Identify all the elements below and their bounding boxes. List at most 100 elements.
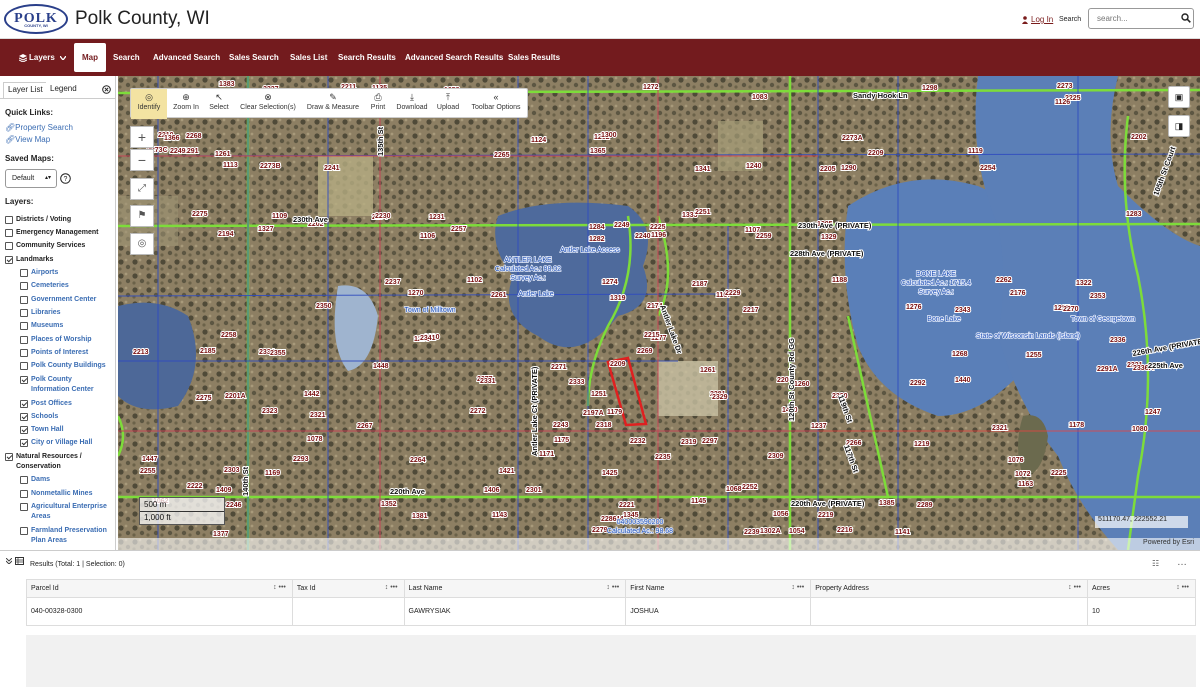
layer-checkbox[interactable] <box>20 349 28 357</box>
nav-sales-results[interactable]: Sales Results <box>508 39 560 76</box>
layer-item[interactable]: Polk County Information Center <box>20 375 94 395</box>
layer-item[interactable]: Cemeteries <box>20 281 69 291</box>
zoom-out-button[interactable]: − <box>130 149 154 171</box>
layer-checkbox[interactable] <box>20 439 28 447</box>
esri-attribution[interactable]: Powered by Esri <box>1143 539 1194 546</box>
layer-item[interactable]: Places of Worship <box>20 335 92 345</box>
layer-item[interactable]: Airports <box>20 268 58 278</box>
layers-panel-button[interactable]: ◨ <box>1168 115 1190 137</box>
layer-checkbox[interactable] <box>20 269 28 277</box>
layer-checkbox[interactable] <box>5 229 13 237</box>
layer-item[interactable]: Post Offices <box>20 399 72 409</box>
nav-search[interactable]: Search <box>113 39 140 76</box>
column-menu-icon[interactable]: ↕ ••• <box>606 584 619 591</box>
table-row[interactable]: 040-00328-0300 GAWRYSIAK JOSHUA 10 <box>26 597 1197 626</box>
search-input[interactable] <box>1088 8 1194 29</box>
layer-checkbox[interactable] <box>5 242 13 250</box>
layer-checkbox[interactable] <box>20 296 28 304</box>
tool-download[interactable]: ⤓ Download <box>393 89 431 119</box>
tool-toolbar-options[interactable]: « Toolbar Options <box>465 89 527 119</box>
tool-clear-selection-s[interactable]: ⊗ Clear Selection(s) <box>235 89 301 119</box>
layer-item[interactable]: Community Services <box>5 241 85 251</box>
login-link[interactable]: Log In <box>1031 15 1053 24</box>
close-sidebar-icon[interactable] <box>102 85 111 94</box>
full-extent-button[interactable]: ⤢ <box>130 178 154 200</box>
basemap-toggle-button[interactable]: ▣ <box>1168 86 1190 108</box>
column-menu-icon[interactable]: ↕ ••• <box>1068 584 1081 591</box>
search-icon[interactable] <box>1181 13 1191 23</box>
map-canvas[interactable]: 1272129412621261124012311205119611881167… <box>118 76 1200 550</box>
table-icon[interactable] <box>15 557 24 565</box>
layer-checkbox[interactable] <box>5 256 13 264</box>
layer-checkbox[interactable] <box>20 376 28 384</box>
tool-identify[interactable]: ◎ Identify <box>131 89 167 119</box>
layer-item[interactable]: Schools <box>20 412 58 422</box>
column-header[interactable]: Tax Id ↕ ••• <box>291 579 405 598</box>
tool-print[interactable]: ⎙ Print <box>365 89 391 119</box>
nav-layers[interactable]: Layers <box>29 39 55 76</box>
layer-item[interactable]: Districts / Voting <box>5 215 71 225</box>
layer-checkbox[interactable] <box>20 336 28 344</box>
quick-link-property-search[interactable]: 🔗︎Property Search <box>5 123 73 132</box>
layer-item[interactable]: Landmarks <box>5 255 53 265</box>
layer-checkbox[interactable] <box>20 503 28 511</box>
column-menu-icon[interactable]: ↕ ••• <box>273 584 286 591</box>
layer-item[interactable]: Agricultural Enterprise Areas <box>20 502 107 522</box>
layer-checkbox[interactable] <box>20 413 28 421</box>
chevron-down-icon[interactable] <box>60 56 66 60</box>
layer-item[interactable]: Emergency Management <box>5 228 98 238</box>
layer-item[interactable]: Libraries <box>20 308 61 318</box>
layer-checkbox[interactable] <box>5 453 13 461</box>
layer-item[interactable]: Nonmetallic Mines <box>20 489 92 499</box>
tool-zoom-in[interactable]: ⊕ Zoom In <box>169 89 203 119</box>
column-header[interactable]: Property Address ↕ ••• <box>810 579 1088 598</box>
help-icon[interactable]: ? <box>60 173 71 184</box>
locate-button[interactable]: ◎ <box>130 233 154 255</box>
more-options-icon[interactable]: … <box>1177 557 1187 568</box>
column-header[interactable]: First Name ↕ ••• <box>625 579 812 598</box>
tab-layer-list[interactable]: Layer List <box>3 82 48 98</box>
tool-draw-measure[interactable]: ✎ Draw & Measure <box>303 89 363 119</box>
column-header[interactable]: Parcel Id ↕ ••• <box>26 579 293 598</box>
layer-item[interactable]: Museums <box>20 321 63 331</box>
layer-checkbox[interactable] <box>20 490 28 498</box>
layer-item[interactable]: Town Hall <box>20 425 64 435</box>
layer-checkbox[interactable] <box>20 426 28 434</box>
column-menu-icon[interactable]: ↕ ••• <box>385 584 398 591</box>
layer-checkbox[interactable] <box>20 400 28 408</box>
zoom-in-button[interactable]: + <box>130 126 154 148</box>
layer-item[interactable]: Natural Resources / Conservation <box>5 452 82 472</box>
collapse-chevron-icon[interactable] <box>6 558 12 564</box>
county-logo[interactable]: POLK COUNTY, WI <box>4 4 68 34</box>
nav-advanced-search[interactable]: Advanced Search <box>153 39 220 76</box>
layer-checkbox[interactable] <box>20 282 28 290</box>
saved-maps-select[interactable]: Default ▴▾ <box>5 169 57 188</box>
layer-item[interactable]: Polk County Buildings <box>20 361 106 371</box>
nav-sales-list[interactable]: Sales List <box>290 39 327 76</box>
nav-map[interactable]: Map <box>74 43 106 72</box>
tool-upload[interactable]: ⤒ Upload <box>433 89 463 119</box>
layer-checkbox[interactable] <box>20 309 28 317</box>
layer-item[interactable]: Government Center <box>20 295 96 305</box>
column-menu-icon[interactable]: ↕ ••• <box>791 584 804 591</box>
column-header[interactable]: Acres ↕ ••• <box>1086 579 1197 598</box>
layer-item[interactable]: Farmland Preservation Plan Areas <box>20 526 107 546</box>
column-header[interactable]: Last Name ↕ ••• <box>403 579 627 598</box>
nav-search-results[interactable]: Search Results <box>338 39 396 76</box>
nav-advanced-search-results[interactable]: Advanced Search Results <box>405 39 503 76</box>
bookmark-button[interactable]: ⚑ <box>130 205 154 227</box>
tab-legend[interactable]: Legend <box>46 82 81 98</box>
layer-checkbox[interactable] <box>5 216 13 224</box>
layer-checkbox[interactable] <box>20 362 28 370</box>
layer-checkbox[interactable] <box>20 527 28 535</box>
layer-checkbox[interactable] <box>20 476 28 484</box>
layer-item[interactable]: City or Village Hall <box>20 438 92 448</box>
column-menu-icon[interactable]: ↕ ••• <box>1176 584 1189 591</box>
quick-link-view-map[interactable]: 🔗︎View Map <box>5 135 50 144</box>
nav-sales-search[interactable]: Sales Search <box>229 39 279 76</box>
layer-item[interactable]: Dams <box>20 475 50 485</box>
column-settings-icon[interactable]: ☷ <box>1152 559 1159 568</box>
layer-checkbox[interactable] <box>20 322 28 330</box>
tool-select[interactable]: ↖ Select <box>205 89 233 119</box>
layer-item[interactable]: Points of Interest <box>20 348 88 358</box>
